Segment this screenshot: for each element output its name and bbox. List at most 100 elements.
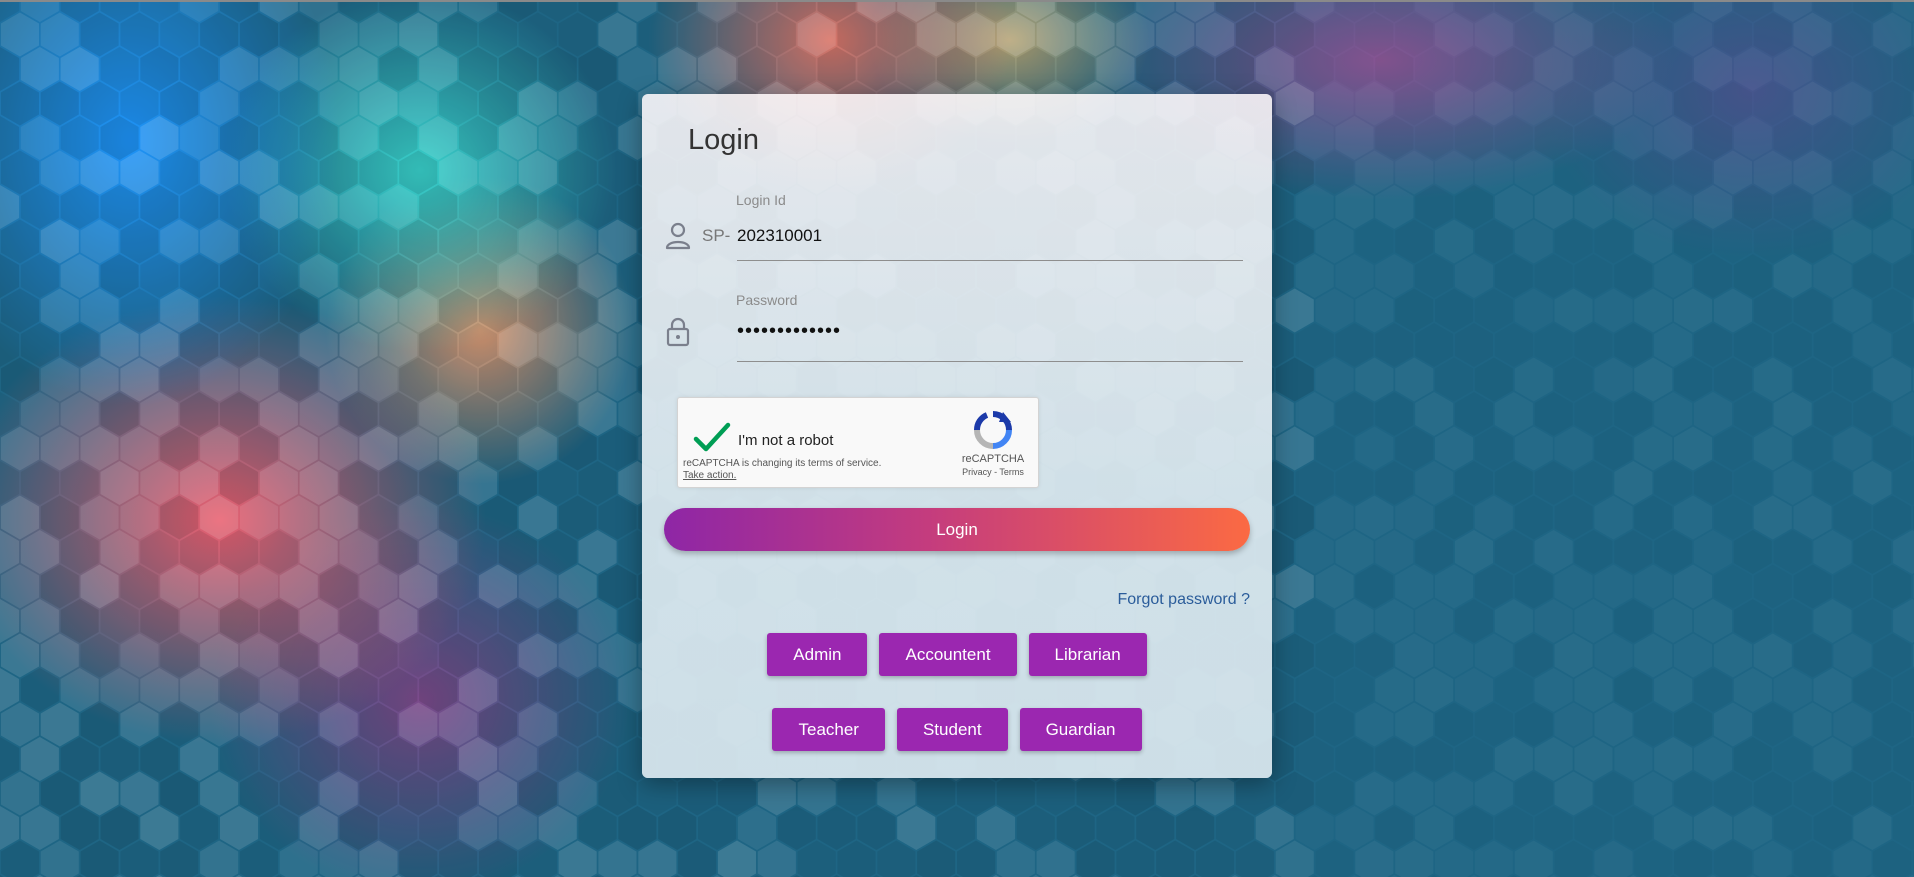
- hexagon-tile: [40, 426, 79, 471]
- hexagon-tile: [200, 771, 239, 816]
- hexagon-tile: [299, 806, 338, 850]
- hexagon-tile: [1734, 116, 1772, 160]
- check-icon[interactable]: [692, 420, 732, 456]
- hexagon-tile: [558, 771, 597, 816]
- hexagon-tile: [1395, 357, 1434, 402]
- hexagon-tile: [1375, 392, 1413, 436]
- forgot-password-link[interactable]: Forgot password ?: [1117, 591, 1250, 609]
- hexagon-tile: [299, 737, 338, 781]
- hexagon-tile: [1713, 633, 1752, 678]
- hexagon-tile: [1594, 358, 1632, 402]
- hexagon-tile: [1296, 461, 1334, 505]
- hexagon-tile: [1515, 565, 1553, 609]
- hexagon-tile: [478, 426, 517, 471]
- hexagon-tile: [1295, 392, 1334, 436]
- hexagon-tile: [558, 495, 597, 540]
- hexagon-tile: [1555, 496, 1593, 540]
- hexagon-tile: [1873, 150, 1912, 195]
- hexagon-tile: [1375, 530, 1413, 574]
- recaptcha-widget[interactable]: I'm not a robot reCAPTCHA is changing it…: [677, 397, 1039, 488]
- hexagon-tile: [498, 185, 537, 229]
- hexagon-tile: [100, 254, 139, 298]
- hexagon-tile: [339, 254, 378, 298]
- login-id-input[interactable]: [737, 224, 1237, 248]
- hexagon-tile: [1814, 530, 1852, 574]
- hexagon-tile: [279, 702, 318, 747]
- hexagon-tile: [897, 806, 936, 850]
- hexagon-tile: [1316, 703, 1354, 747]
- hexagon-tile: [1355, 220, 1393, 264]
- hexagon-tile: [1116, 12, 1155, 57]
- hexagon-tile: [1594, 772, 1632, 816]
- hexagon-tile: [1455, 668, 1493, 712]
- hexagon-tile: [1713, 150, 1752, 195]
- hexagon-tile: [1435, 358, 1473, 402]
- hexagon-tile: [1734, 47, 1772, 91]
- hexagon-tile: [1614, 668, 1653, 712]
- hexagon-tile: [478, 219, 517, 264]
- hexagon-tile: [1355, 565, 1393, 609]
- role-button-admin[interactable]: Admin: [767, 633, 868, 676]
- hexagon-tile: [996, 12, 1035, 57]
- hexagon-tile: [1355, 771, 1394, 816]
- role-button-guardian[interactable]: Guardian: [1019, 708, 1142, 751]
- hexagon-tile: [1774, 461, 1812, 505]
- hexagon-tile: [1455, 806, 1493, 850]
- hexagon-tile: [1275, 150, 1314, 195]
- hexagon-tile: [1535, 254, 1573, 298]
- hexagon-tile: [1435, 565, 1473, 609]
- hexagon-tile: [1435, 495, 1474, 540]
- hexagon-tile: [359, 771, 398, 816]
- hexagon-tile: [498, 254, 537, 298]
- hexagon-tile: [1574, 599, 1612, 643]
- hexagon-tile: [1634, 357, 1673, 402]
- hexagon-tile: [1454, 185, 1493, 229]
- hexagon-tile: [0, 771, 39, 816]
- hexagon-tile: [1515, 220, 1553, 264]
- recaptcha-privacy-terms[interactable]: Privacy - Terms: [955, 467, 1031, 477]
- hexagon-tile: [1654, 116, 1693, 160]
- role-button-librarian[interactable]: Librarian: [1028, 633, 1147, 676]
- hexagon-tile: [220, 668, 259, 712]
- hexagon-tile: [1515, 289, 1553, 333]
- hexagon-tile: [419, 116, 458, 160]
- login-button[interactable]: Login: [664, 508, 1250, 551]
- recaptcha-take-action-link[interactable]: Take action.: [683, 470, 736, 481]
- hexagon-tile: [100, 668, 139, 712]
- hexagon-tile: [120, 564, 159, 609]
- hexagon-tile: [1634, 426, 1673, 471]
- hexagon-tile: [180, 737, 219, 781]
- hexagon-tile: [538, 530, 577, 574]
- hexagon-tile: [439, 81, 478, 126]
- hexagon-tile: [439, 426, 478, 471]
- hexagon-tile: [1455, 737, 1493, 781]
- hexagon-tile: [1833, 634, 1871, 678]
- hexagon-tile: [0, 426, 39, 471]
- hexagon-tile: [1693, 47, 1733, 91]
- hexagon-tile: [160, 357, 199, 402]
- hexagon-tile: [1355, 495, 1394, 540]
- hexagon-tile: [140, 668, 179, 712]
- hexagon-tile: [279, 81, 318, 126]
- hexagon-tile: [1754, 220, 1792, 264]
- hexagon-tile: [1275, 288, 1314, 333]
- hexagon-tile: [1833, 427, 1871, 471]
- hexagon-tile: [1474, 357, 1513, 402]
- hexagon-tile: [1415, 668, 1454, 712]
- role-button-accountent[interactable]: Accountent: [879, 633, 1017, 676]
- hexagon-tile: [200, 12, 239, 57]
- hexagon-tile: [717, 12, 756, 57]
- hexagon-tile: [1774, 116, 1812, 160]
- hexagon-tile: [1714, 496, 1752, 540]
- role-button-student[interactable]: Student: [896, 708, 1008, 751]
- hexagon-tile: [1156, 771, 1195, 816]
- role-button-teacher[interactable]: Teacher: [772, 708, 885, 751]
- hexagon-tile: [598, 81, 637, 126]
- hexagon-tile: [1813, 599, 1852, 643]
- hexagon-tile: [1316, 496, 1354, 540]
- hexagon-tile: [618, 47, 657, 91]
- hexagon-tile: [1614, 47, 1652, 91]
- hexagon-tile: [0, 357, 39, 402]
- password-input[interactable]: •••••••••••••: [737, 320, 1237, 346]
- hexagon-tile: [1036, 771, 1075, 816]
